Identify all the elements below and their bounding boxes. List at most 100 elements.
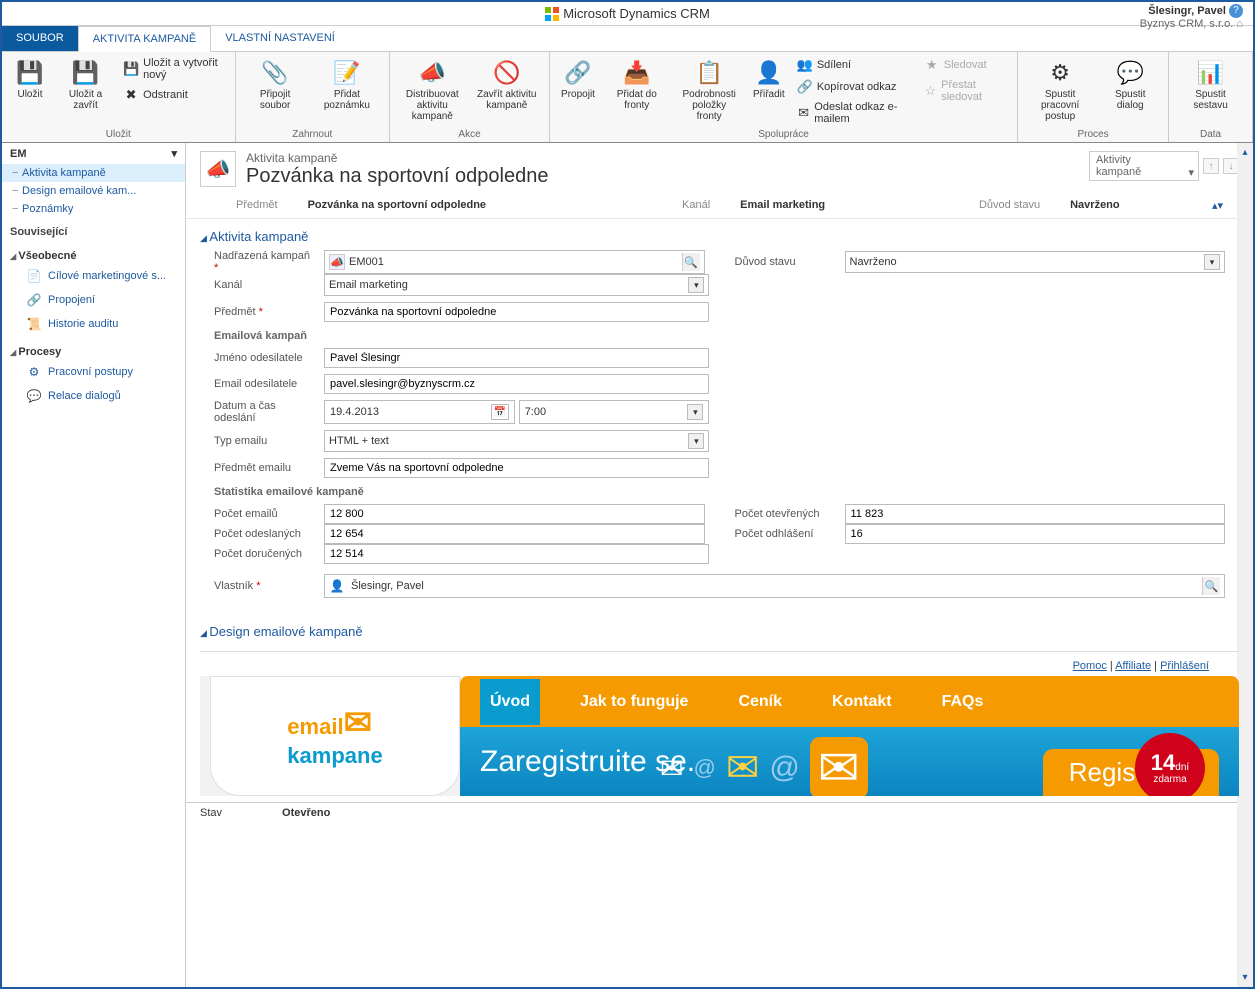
dialog-small-icon: 💬 xyxy=(26,388,42,404)
state-reason-field[interactable]: Navrženo▾ xyxy=(845,251,1226,273)
envelope-icon: ✉ xyxy=(726,745,760,791)
run-workflow-button[interactable]: ⚙Spustit pracovní postup xyxy=(1026,55,1094,124)
email-type-field[interactable]: HTML + text▾ xyxy=(324,430,709,452)
section-activity-header[interactable]: Aktivita kampaně xyxy=(186,219,1253,250)
count-opened-field[interactable] xyxy=(845,504,1226,524)
send-time-field[interactable]: 7:00▾ xyxy=(519,400,710,424)
nav-audit[interactable]: 📜Historie auditu xyxy=(2,312,185,336)
nav-dialogs[interactable]: 💬Relace dialogů xyxy=(2,384,185,408)
nav-workflows[interactable]: ⚙Pracovní postupy xyxy=(2,360,185,384)
follow-button[interactable]: ★Sledovat xyxy=(922,55,1009,75)
count-emails-label: Počet emailů xyxy=(214,508,314,520)
nav-item-design[interactable]: Design emailové kam... xyxy=(2,182,185,200)
save-new-button[interactable]: 💾Uložit a vytvořit nový xyxy=(121,55,226,83)
subject-field[interactable] xyxy=(324,302,709,322)
summary-state-label: Důvod stavu xyxy=(979,199,1040,212)
group-process-label: Proces xyxy=(1026,127,1160,140)
preview-nav-how[interactable]: Jak to funguje xyxy=(570,679,698,725)
add-queue-button[interactable]: 📥Přidat do fronty xyxy=(604,55,670,113)
home-icon[interactable]: ⌂ xyxy=(1236,18,1243,30)
save-close-button[interactable]: 💾Uložit a zavřít xyxy=(56,55,115,113)
entity-icon: 📣 xyxy=(200,151,236,187)
preview-nav-pricing[interactable]: Ceník xyxy=(728,679,792,725)
note-icon: 📝 xyxy=(331,57,363,89)
delete-button[interactable]: ✖Odstranit xyxy=(121,85,226,105)
dialog-icon: 💬 xyxy=(1114,57,1146,89)
nav-connections[interactable]: 🔗Propojení xyxy=(2,288,185,312)
summary-channel-label: Kanál xyxy=(682,199,710,212)
scroll-up-icon[interactable]: ▴ xyxy=(1242,143,1247,162)
run-report-button[interactable]: 📊Spustit sestavu xyxy=(1177,55,1244,113)
follow-icon: ★ xyxy=(924,57,940,73)
sender-email-label: Email odesilatele xyxy=(214,378,314,390)
owner-field[interactable]: 👤Šlesingr, Pavel🔍 xyxy=(324,574,1225,598)
email-type-label: Typ emailu xyxy=(214,435,314,447)
save-close-icon: 💾 xyxy=(70,57,102,89)
nav-header[interactable]: EM▾ xyxy=(2,143,185,164)
save-icon: 💾 xyxy=(14,57,46,89)
nav-processes-header[interactable]: Procesy xyxy=(2,336,185,360)
preview-link-affiliate[interactable]: Affiliate xyxy=(1115,660,1151,672)
count-unsub-field[interactable] xyxy=(845,524,1226,544)
title-bar: Microsoft Dynamics CRM Šlesingr, Pavel ?… xyxy=(2,2,1253,26)
email-link-icon: ✉ xyxy=(797,105,810,121)
copy-link-button[interactable]: 🔗Kopírovat odkaz xyxy=(795,77,916,97)
nav-marketing-lists[interactable]: 📄Cílové marketingové s... xyxy=(2,264,185,288)
share-icon: 👥 xyxy=(797,57,813,73)
sender-name-field[interactable] xyxy=(324,348,709,368)
help-icon[interactable]: ? xyxy=(1229,4,1243,18)
preview-link-login[interactable]: Přihlášení xyxy=(1160,660,1209,672)
queue-detail-button[interactable]: 📋Podrobnosti položky fronty xyxy=(676,55,743,124)
count-delivered-field[interactable] xyxy=(324,544,709,564)
link-button[interactable]: 🔗Propojit xyxy=(558,55,598,102)
channel-field[interactable]: Email marketing▾ xyxy=(324,274,709,296)
status-bar: Stav Otevřeno xyxy=(186,802,1253,823)
nav-general-header[interactable]: Všeobecné xyxy=(2,240,185,264)
queue-detail-icon: 📋 xyxy=(693,57,725,89)
summary-subject-label: Předmět xyxy=(236,199,278,212)
header-summary: PředmětPozvánka na sportovní odpoledne K… xyxy=(186,196,1253,219)
preview-nav-contact[interactable]: Kontakt xyxy=(822,679,902,725)
distribute-button[interactable]: 📣Distribuovat aktivitu kampaně xyxy=(398,55,466,124)
count-emails-field[interactable] xyxy=(324,504,705,524)
count-sent-field[interactable] xyxy=(324,524,705,544)
send-date-field[interactable]: 19.4.2013📅 xyxy=(324,400,515,424)
email-link-button[interactable]: ✉Odeslat odkaz e-mailem xyxy=(795,99,916,127)
close-activity-button[interactable]: 🚫Zavřít aktivitu kampaně xyxy=(473,55,541,113)
vertical-scrollbar[interactable]: ▴▾ xyxy=(1237,143,1253,987)
assign-button[interactable]: 👤Přiřadit xyxy=(749,55,789,102)
preview-nav-home[interactable]: Úvod xyxy=(480,679,540,725)
attach-file-button[interactable]: 📎Připojit soubor xyxy=(244,55,307,113)
add-note-button[interactable]: 📝Přidat poznámku xyxy=(313,55,381,113)
form-selector[interactable]: Aktivity kampaně▾ xyxy=(1089,151,1199,181)
nav-item-activity[interactable]: Aktivita kampaně xyxy=(2,164,185,182)
chevron-down-icon: ▾ xyxy=(687,404,703,420)
sender-email-field[interactable] xyxy=(324,374,709,394)
preview-nav: Úvod Jak to funguje Ceník Kontakt FAQs xyxy=(460,676,1239,727)
parent-campaign-field[interactable]: 📣EM001🔍 xyxy=(324,250,705,274)
unfollow-button[interactable]: ☆Přestat sledovat xyxy=(922,77,1009,105)
preview-link-help[interactable]: Pomoc xyxy=(1073,660,1107,672)
group-collab-label: Spolupráce xyxy=(558,127,1009,140)
chevron-down-icon: ▾ xyxy=(171,147,177,160)
nav-related-header: Související xyxy=(2,218,185,240)
header-collapse-icon[interactable]: ▴▾ xyxy=(1212,199,1223,212)
workflow-icon: ⚙ xyxy=(1044,57,1076,89)
tab-custom[interactable]: VLASTNÍ NASTAVENÍ xyxy=(211,26,349,51)
preview-nav-faqs[interactable]: FAQs xyxy=(932,679,994,725)
tab-campaign-activity[interactable]: AKTIVITA KAMPANĚ xyxy=(78,26,212,52)
status-label: Stav xyxy=(200,807,222,819)
lookup-icon[interactable]: 🔍 xyxy=(1202,577,1220,595)
nav-item-notes[interactable]: Poznámky xyxy=(2,200,185,218)
tab-file[interactable]: SOUBOR xyxy=(2,26,78,51)
form-navigation: EM▾ Aktivita kampaně Design emailové kam… xyxy=(2,143,186,987)
prev-record-button[interactable]: ↑ xyxy=(1203,158,1219,174)
share-button[interactable]: 👥Sdílení xyxy=(795,55,916,75)
run-dialog-button[interactable]: 💬Spustit dialog xyxy=(1100,55,1160,113)
save-button[interactable]: 💾Uložit xyxy=(10,55,50,102)
lookup-icon[interactable]: 🔍 xyxy=(682,253,700,271)
scroll-down-icon[interactable]: ▾ xyxy=(1242,968,1247,987)
section-design-header[interactable]: Design emailové kampaně xyxy=(186,614,1253,645)
calendar-icon[interactable]: 📅 xyxy=(491,404,509,420)
email-subject-field[interactable] xyxy=(324,458,709,478)
